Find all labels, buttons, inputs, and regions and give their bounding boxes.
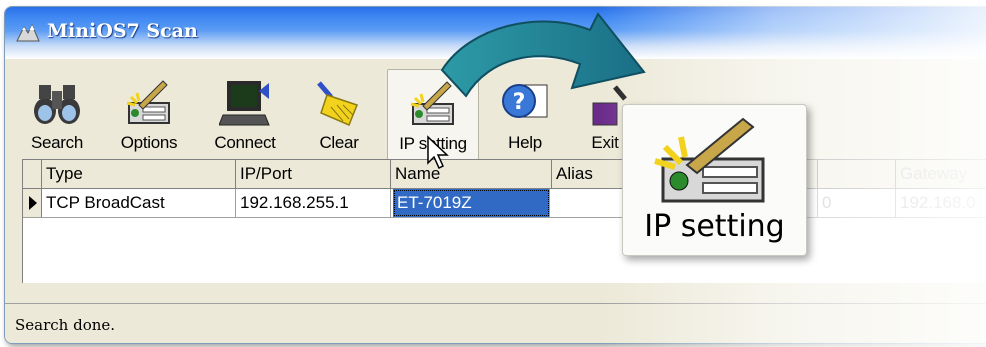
column-header-type[interactable]: Type [42,160,236,188]
cell-ip-port[interactable]: 192.168.255.1 [236,189,391,217]
app-icon [16,23,40,42]
computer-icon [219,81,270,126]
help-label: Help [508,133,542,152]
column-header-ip-port[interactable]: IP/Port [236,160,391,188]
cell-mask[interactable]: 0 [818,189,896,217]
cell-gateway[interactable]: 192.168.0 [896,189,986,217]
options-button[interactable]: Options [109,69,189,161]
current-row-arrow-icon [29,196,37,210]
clear-label: Clear [319,133,359,152]
window-title: MiniOS7 Scan [47,20,198,42]
cell-type[interactable]: TCP BroadCast [42,189,236,217]
connect-button[interactable]: Connect [201,69,289,161]
options-label: Options [120,133,178,152]
row-indicator-header [23,160,42,188]
column-header-mask[interactable] [818,160,896,188]
column-header-name[interactable]: Name [391,160,552,188]
column-header-gateway[interactable]: Gateway [896,160,986,188]
options-icon [126,80,170,124]
status-text: Search done. [15,316,116,334]
broom-icon [317,81,358,126]
row-indicator [23,189,42,217]
binoculars-icon [34,85,80,124]
curved-arrow-icon [440,12,646,98]
ip-setting-icon-large [654,117,765,203]
ip-setting-zoom-callout: IP setting [622,104,807,256]
cell-name[interactable]: ET-7019Z [393,189,550,217]
search-button[interactable]: Search [19,69,95,161]
device-grid[interactable]: Type IP/Port Name Alias Gateway TCP Broa… [22,159,986,283]
mouse-cursor-icon [427,135,449,170]
search-label: Search [30,133,84,152]
table-row[interactable]: TCP BroadCast 192.168.255.1 ET-7019Z 0 1… [23,189,986,218]
status-bar: Search done. [5,303,986,343]
ip-setting-zoom-label: IP setting [644,209,785,244]
clear-button[interactable]: Clear [301,69,377,161]
grid-header: Type IP/Port Name Alias Gateway [23,160,986,189]
connect-label: Connect [214,133,276,152]
